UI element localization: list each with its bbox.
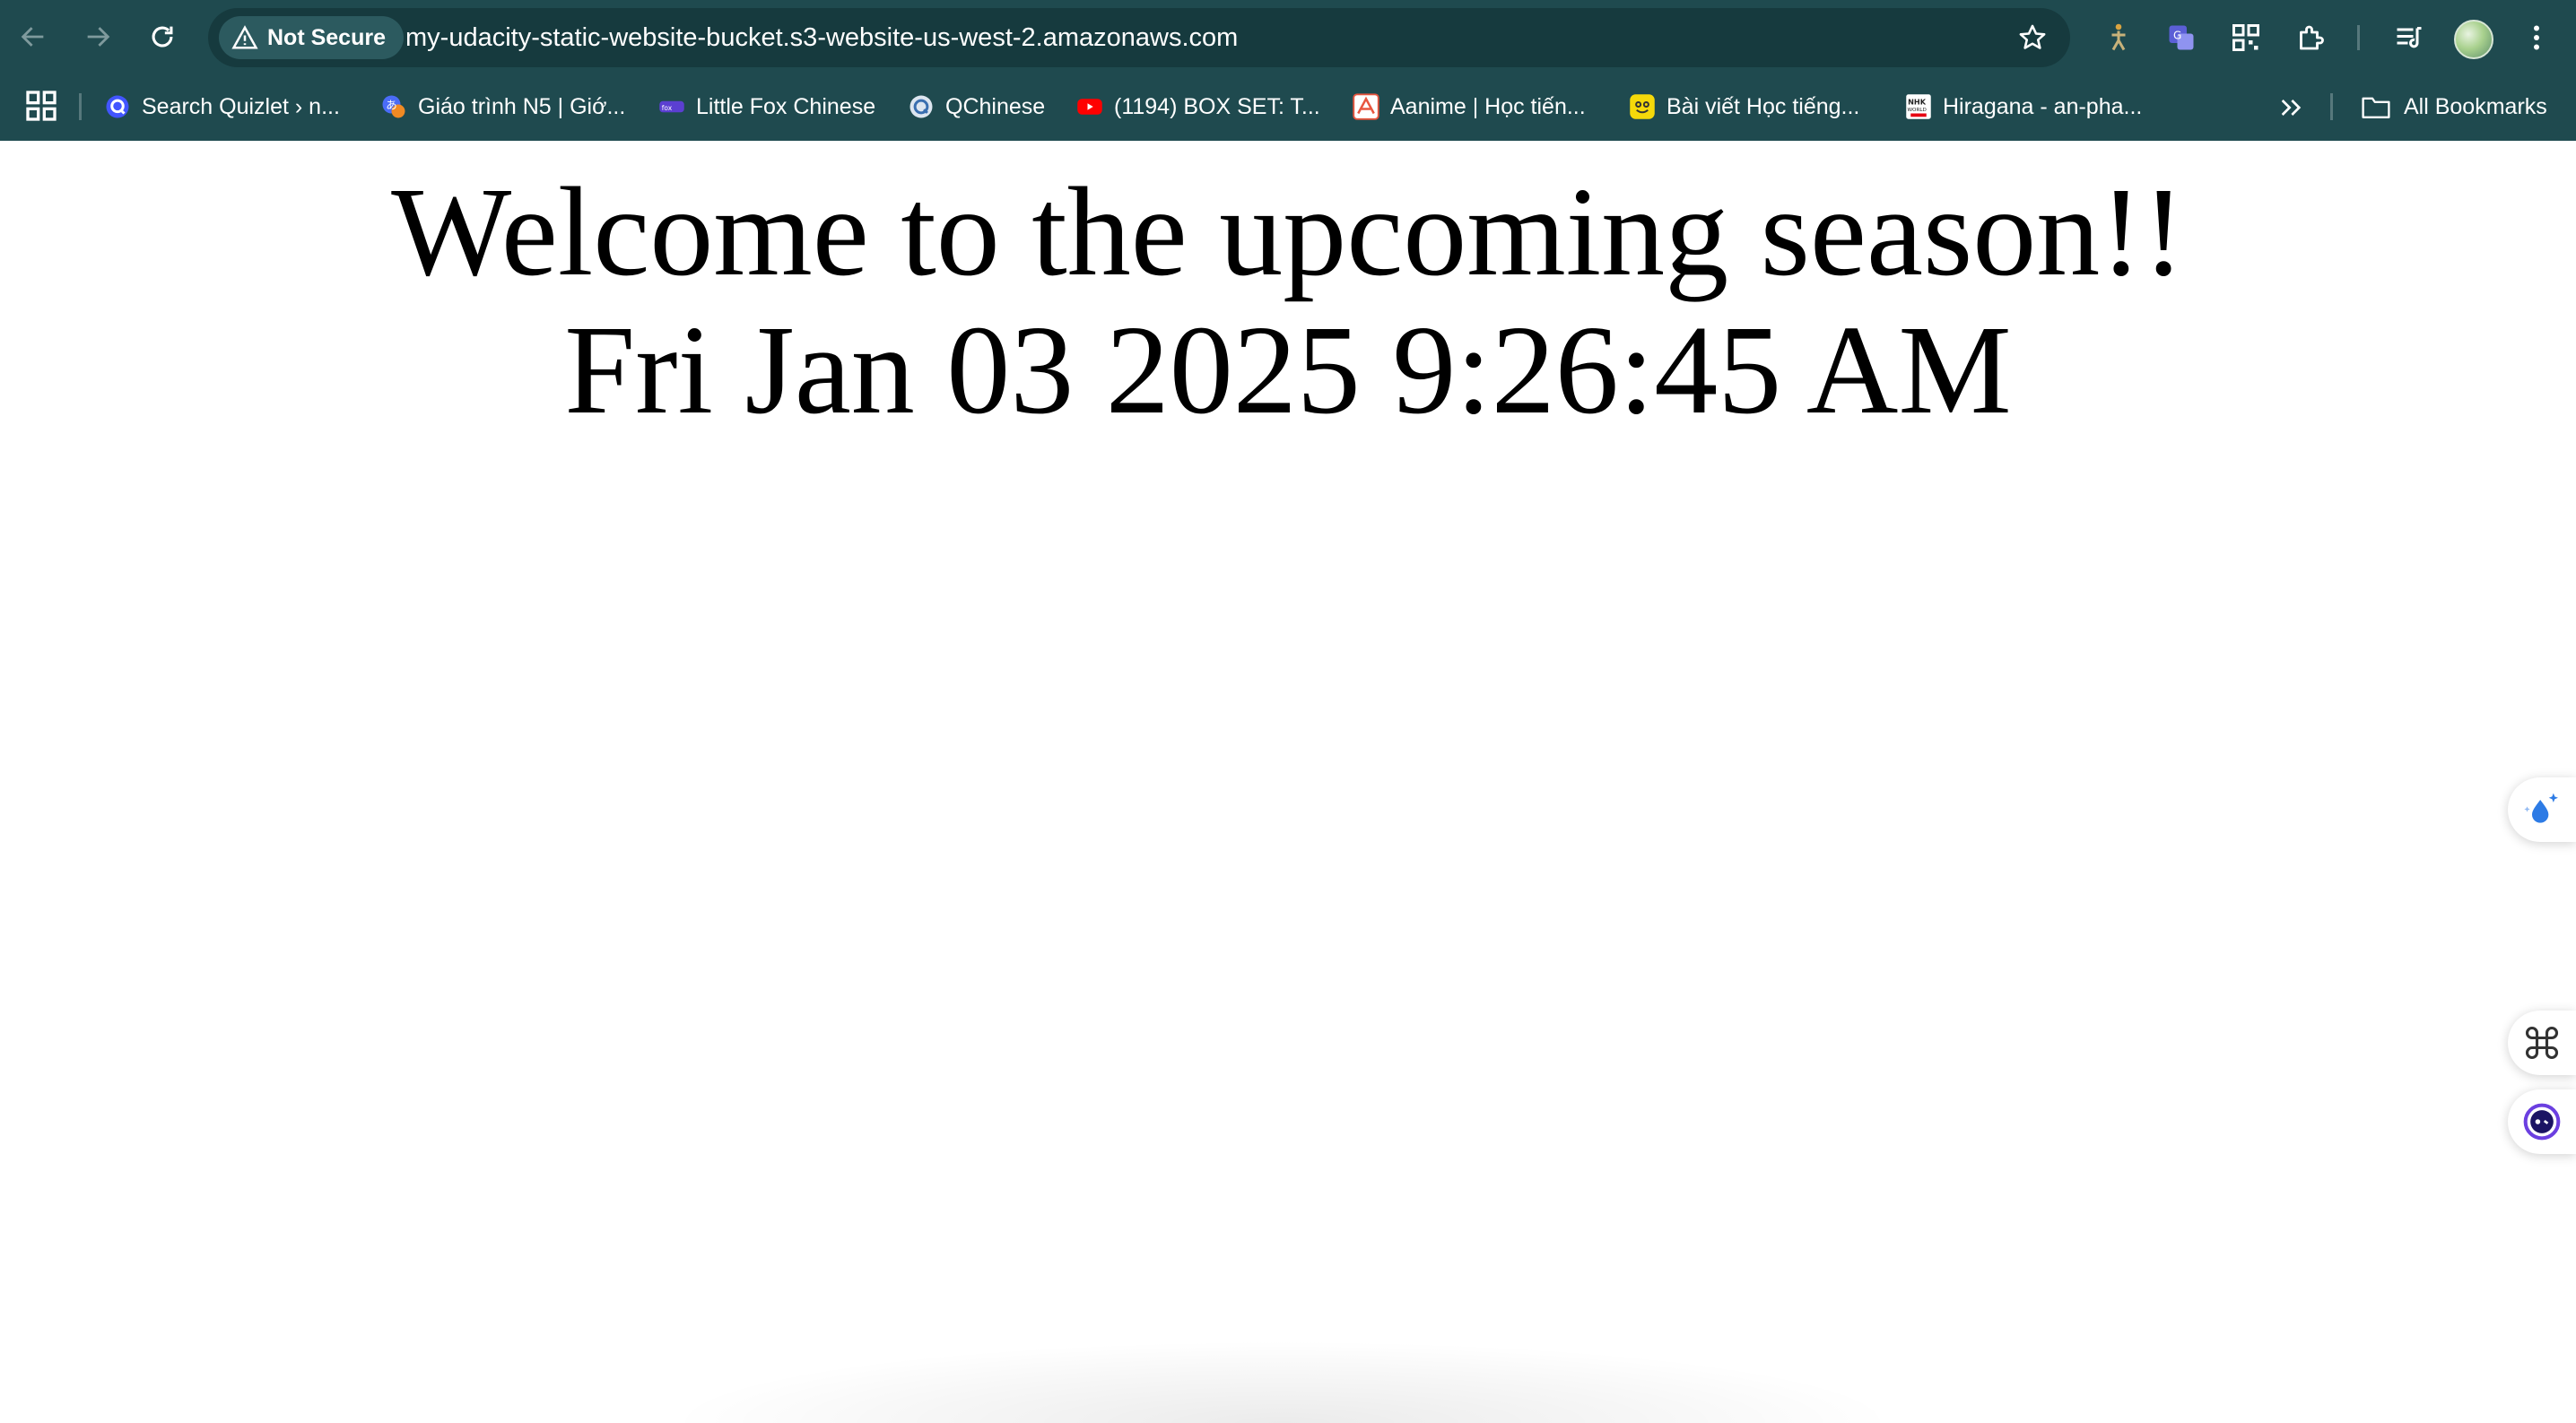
translate-extension-icon: G <box>2169 25 2194 50</box>
puzzle-extensions-icon <box>2300 25 2324 50</box>
svg-text:fox: fox <box>662 104 673 112</box>
sparkle-drop-icon <box>2524 793 2558 823</box>
address-bar[interactable]: Not Secure my-udacity-static-website-buc… <box>208 8 2070 67</box>
datetime-display: Fri Jan 03 2025 9:26:45 AM <box>564 299 2012 440</box>
translate-extension-button[interactable]: G <box>2162 18 2201 57</box>
reading-list-icon <box>2397 27 2422 48</box>
security-indicator[interactable]: Not Secure <box>219 16 404 59</box>
nhk-world-icon: NHK WORLD <box>1905 93 1932 120</box>
bookmark-label: Search Quizlet › n... <box>142 93 340 119</box>
bookmark-item-quizlet[interactable]: Search Quizlet › n... <box>104 85 340 128</box>
extensions-button[interactable] <box>2291 18 2330 57</box>
profile-avatar[interactable] <box>2454 20 2493 59</box>
chat-bot-widget[interactable] <box>2508 1089 2576 1154</box>
little-fox-icon: fox <box>658 93 685 120</box>
bookmark-label: QChinese <box>945 93 1046 119</box>
page-heading: Welcome to the upcoming season!! <box>391 161 2185 302</box>
all-bookmarks-button[interactable]: All Bookmarks <box>2361 85 2547 128</box>
youtube-icon <box>1076 93 1103 120</box>
quizlet-icon <box>104 93 131 120</box>
qr-code-button[interactable] <box>2226 18 2266 57</box>
bookmarks-bar: Search Quizlet › n... あ Giáo trình N5 | … <box>0 74 2576 141</box>
browser-chrome: Not Secure my-udacity-static-website-buc… <box>0 0 2576 141</box>
qr-code-icon <box>2232 24 2259 51</box>
svg-text:NHK: NHK <box>1908 98 1927 107</box>
svg-text:あ: あ <box>386 99 397 112</box>
kebab-menu-icon <box>2534 25 2539 50</box>
bookmark-item-hiragana[interactable]: NHK WORLD Hiragana - an-pha... <box>1905 85 2142 128</box>
security-label: Not Secure <box>267 24 386 50</box>
bookmark-item-qchinese[interactable]: QChinese <box>908 85 1045 128</box>
url-text[interactable]: my-udacity-static-website-bucket.s3-webs… <box>405 8 1238 67</box>
hero: Welcome to the upcoming season!! Fri Jan… <box>0 162 2576 438</box>
bookmarks-divider <box>79 93 82 120</box>
ai-assistant-widget[interactable] <box>2508 777 2576 842</box>
browser-menu-button[interactable] <box>2517 18 2556 57</box>
command-key-icon <box>2525 1026 2559 1060</box>
warning-triangle-icon <box>231 25 258 49</box>
bot-face-icon <box>2523 1103 2561 1141</box>
command-shortcut-widget[interactable] <box>2508 1011 2576 1075</box>
bookmark-label: Hiragana - an-pha... <box>1943 93 2143 119</box>
bottom-shadow <box>682 1342 1884 1423</box>
aanime-icon <box>1353 93 1379 120</box>
forward-button[interactable] <box>77 16 118 57</box>
page-content: Welcome to the upcoming season!! Fri Jan… <box>0 141 2576 1423</box>
browser-toolbar: Not Secure my-udacity-static-website-buc… <box>0 0 2576 74</box>
translate-bubble-icon: あ <box>380 93 407 120</box>
back-button[interactable] <box>13 16 54 57</box>
bookmark-item-youtube[interactable]: (1194) BOX SET: T... <box>1076 85 1320 128</box>
svg-text:G: G <box>2173 30 2181 42</box>
folder-icon <box>2362 97 2390 118</box>
bookmark-item-bai-viet[interactable]: Bài viết Học tiếng... <box>1629 85 1859 128</box>
figure-extension-button[interactable] <box>2099 18 2138 57</box>
bookmark-star-button[interactable] <box>2015 20 2050 56</box>
reload-icon <box>152 26 173 48</box>
arrow-right-icon <box>87 27 110 47</box>
bookmark-label: Giáo trình N5 | Giớ... <box>418 93 626 119</box>
star-icon <box>2019 24 2046 49</box>
figure-extension-icon <box>2111 23 2126 51</box>
reading-list-button[interactable] <box>2389 18 2429 57</box>
apps-grid-icon[interactable] <box>23 88 59 124</box>
bookmark-label: Aanime | Học tiến... <box>1390 93 1586 119</box>
smiley-icon <box>1629 93 1656 120</box>
bookmark-item-giao-trinh[interactable]: あ Giáo trình N5 | Giớ... <box>380 85 625 128</box>
bookmark-item-little-fox[interactable]: fox Little Fox Chinese <box>658 85 875 128</box>
toolbar-divider <box>2357 25 2360 50</box>
arrow-left-icon <box>21 27 44 47</box>
bookmark-label: Little Fox Chinese <box>696 93 876 119</box>
all-bookmarks-label: All Bookmarks <box>2404 93 2547 119</box>
bookmarks-divider <box>2330 93 2333 120</box>
qchinese-icon <box>908 93 935 120</box>
chevron-double-right-icon[interactable] <box>2273 93 2309 122</box>
svg-text:WORLD: WORLD <box>1908 108 1927 113</box>
reload-button[interactable] <box>142 16 183 57</box>
bookmark-label: Bài viết Học tiếng... <box>1667 93 1860 119</box>
bookmark-label: (1194) BOX SET: T... <box>1114 93 1320 119</box>
bookmark-item-aanime[interactable]: Aanime | Học tiến... <box>1353 85 1586 128</box>
